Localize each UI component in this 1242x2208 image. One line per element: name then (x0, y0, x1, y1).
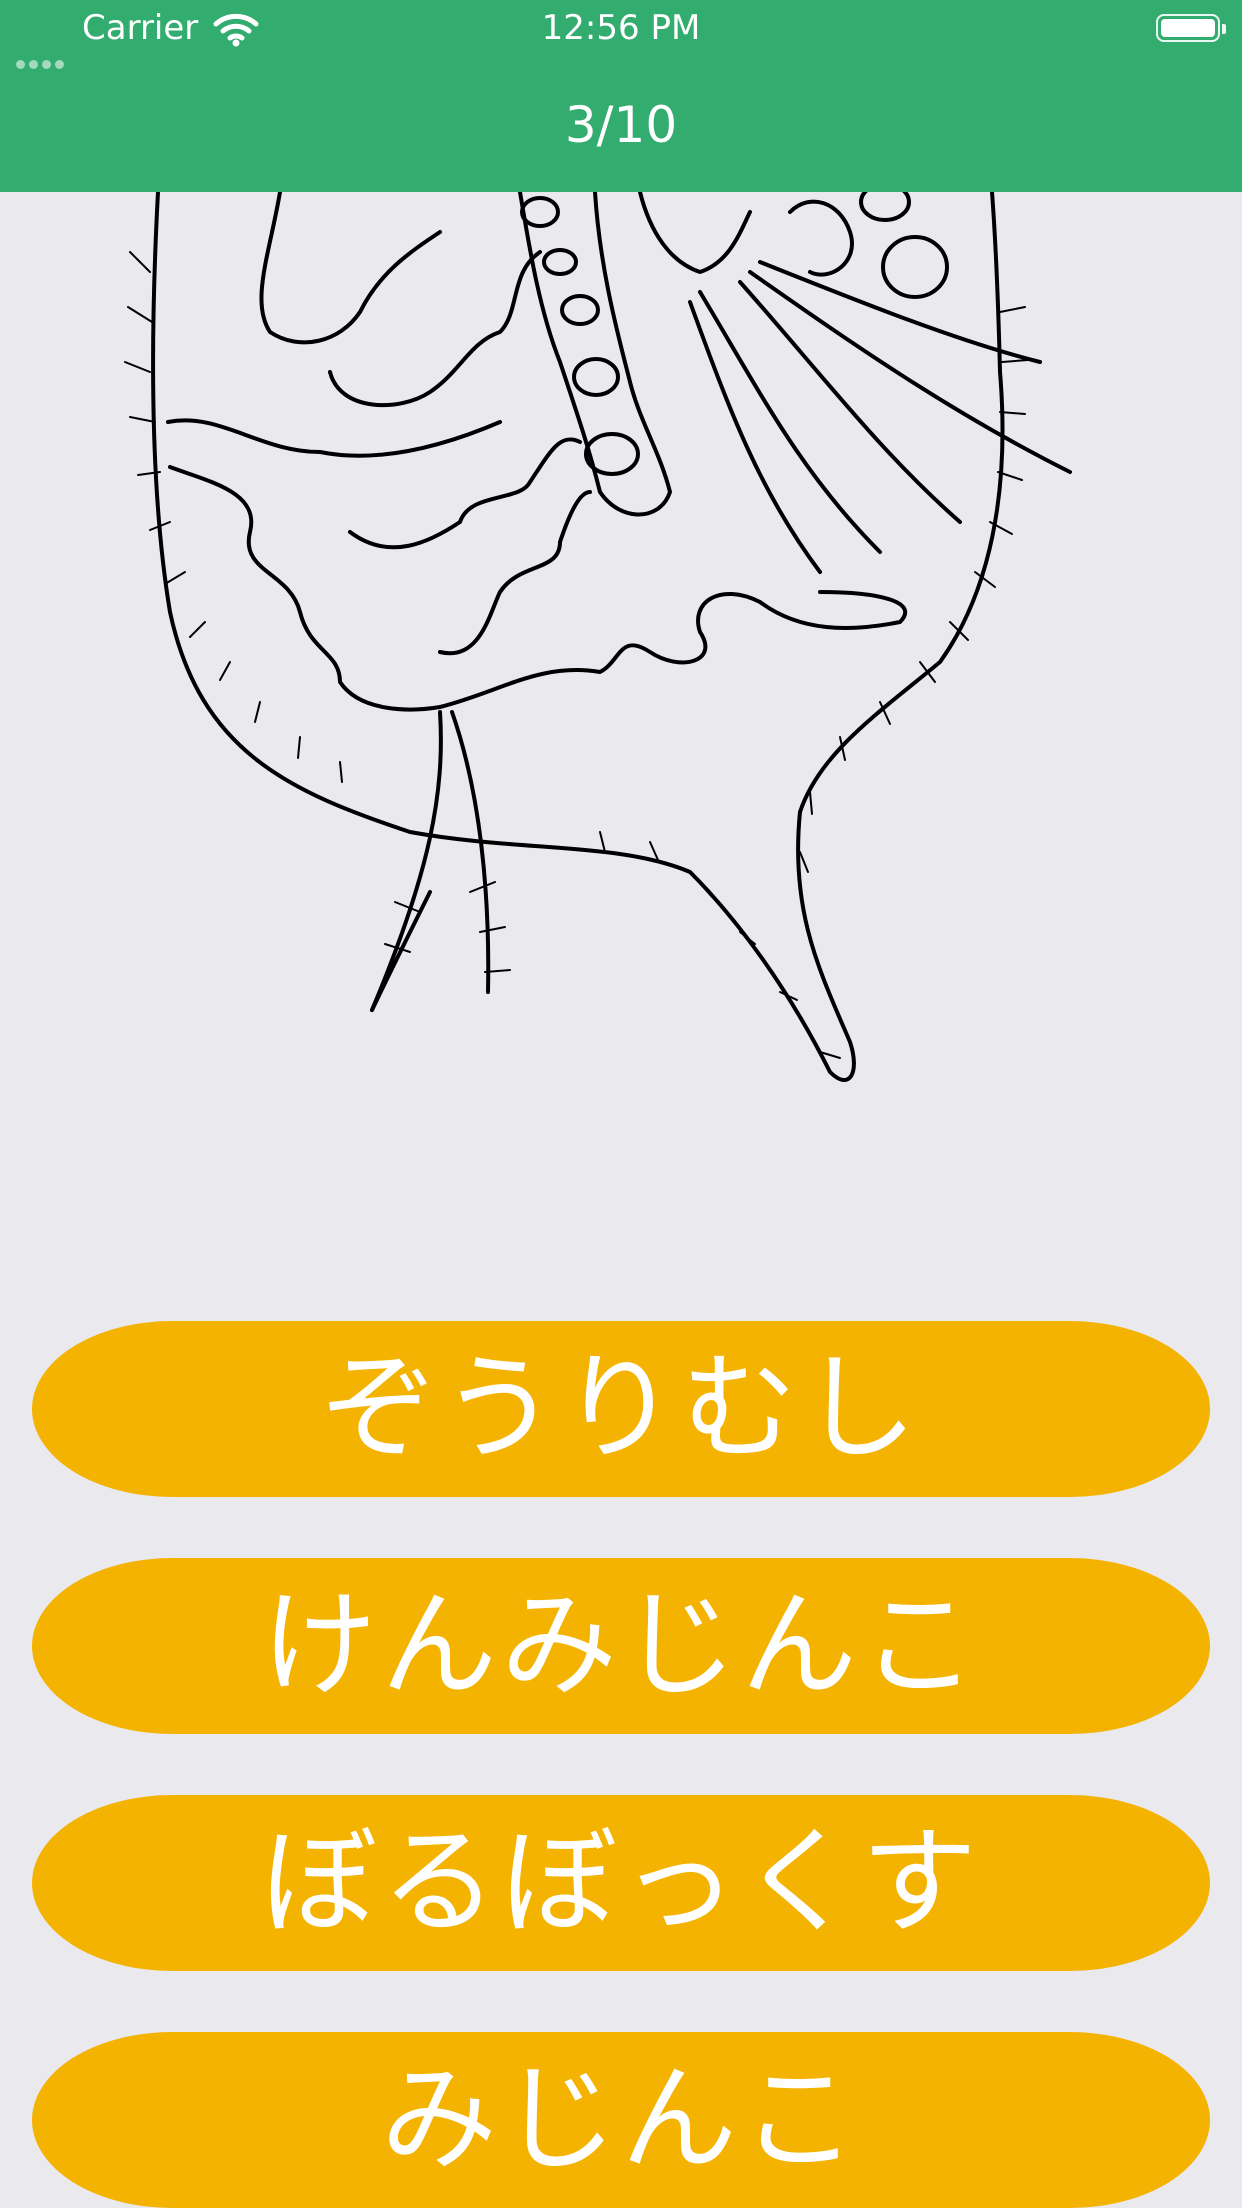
answer-option-1[interactable]: ぞうりむし (32, 1321, 1210, 1497)
question-progress: 3/10 (564, 96, 678, 154)
answer-option-2[interactable]: けんみじんこ (32, 1558, 1210, 1734)
battery-icon (1156, 14, 1226, 42)
answer-option-4[interactable]: みじんこ (32, 2032, 1210, 2208)
plankton-illustration (124, 192, 1072, 1082)
navigation-bar: Carrier 12:56 PM 3/10 (0, 0, 1242, 192)
status-bar: Carrier 12:56 PM (0, 0, 1242, 69)
answer-option-3[interactable]: ぼるぼっくす (32, 1795, 1210, 1971)
clock: 12:56 PM (541, 8, 701, 48)
